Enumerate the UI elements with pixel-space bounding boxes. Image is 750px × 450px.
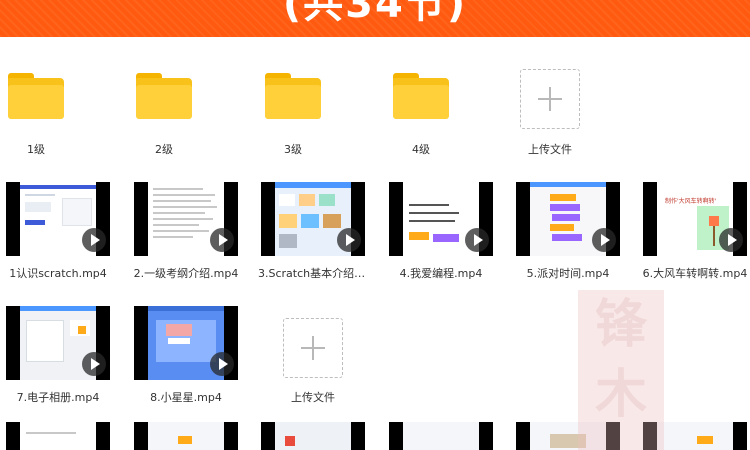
play-icon — [82, 352, 106, 376]
video-label: 1认识scratch.mp4 — [9, 267, 107, 280]
video-thumbnail[interactable]: 制作'大风车转啊转' — [643, 182, 747, 256]
banner-title: (共34节) — [282, 0, 468, 27]
folder-icon — [265, 73, 321, 119]
folder-icon — [393, 73, 449, 119]
folder-label: 3级 — [284, 143, 302, 156]
header-banner: (共34节) — [0, 0, 750, 37]
video-thumbnail[interactable] — [6, 306, 110, 380]
video-thumbnail[interactable] — [389, 422, 493, 450]
upload-button[interactable] — [520, 69, 580, 129]
video-label: 4.我爱编程.mp4 — [399, 267, 483, 280]
upload-button[interactable] — [283, 318, 343, 378]
video-label: 5.派对时间.mp4 — [526, 267, 610, 280]
video-thumbnail[interactable] — [134, 422, 238, 450]
play-icon — [337, 228, 361, 252]
folder-icon — [136, 73, 192, 119]
folder-label: 2级 — [155, 143, 173, 156]
play-icon — [592, 228, 616, 252]
play-icon — [210, 352, 234, 376]
video-thumbnail[interactable] — [261, 422, 365, 450]
watermark-seal: 锋木 — [578, 290, 664, 450]
video-thumbnail[interactable] — [261, 182, 365, 256]
video-label: 8.小星星.mp4 — [150, 391, 222, 404]
video-label: 2.一级考纲介绍.mp4 — [133, 267, 239, 280]
folder-label: 4级 — [412, 143, 430, 156]
video-thumbnail[interactable] — [6, 422, 110, 450]
video-thumbnail[interactable] — [134, 182, 238, 256]
play-icon — [465, 228, 489, 252]
video-label: 3.Scratch基本介绍.mp4 — [258, 267, 368, 280]
thumb-caption: 制作'大风车转啊转' — [665, 198, 717, 205]
play-icon — [210, 228, 234, 252]
video-thumbnail[interactable] — [389, 182, 493, 256]
folder-label: 1级 — [27, 143, 45, 156]
upload-label: 上传文件 — [528, 143, 572, 156]
video-label: 7.电子相册.mp4 — [16, 391, 100, 404]
play-icon — [82, 228, 106, 252]
video-label: 6.大风车转啊转.mp4 — [642, 267, 748, 280]
play-icon — [719, 228, 743, 252]
folder-icon — [8, 73, 64, 119]
upload-label: 上传文件 — [291, 391, 335, 404]
video-thumbnail[interactable] — [6, 182, 110, 256]
video-thumbnail[interactable] — [134, 306, 238, 380]
video-thumbnail[interactable] — [516, 182, 620, 256]
